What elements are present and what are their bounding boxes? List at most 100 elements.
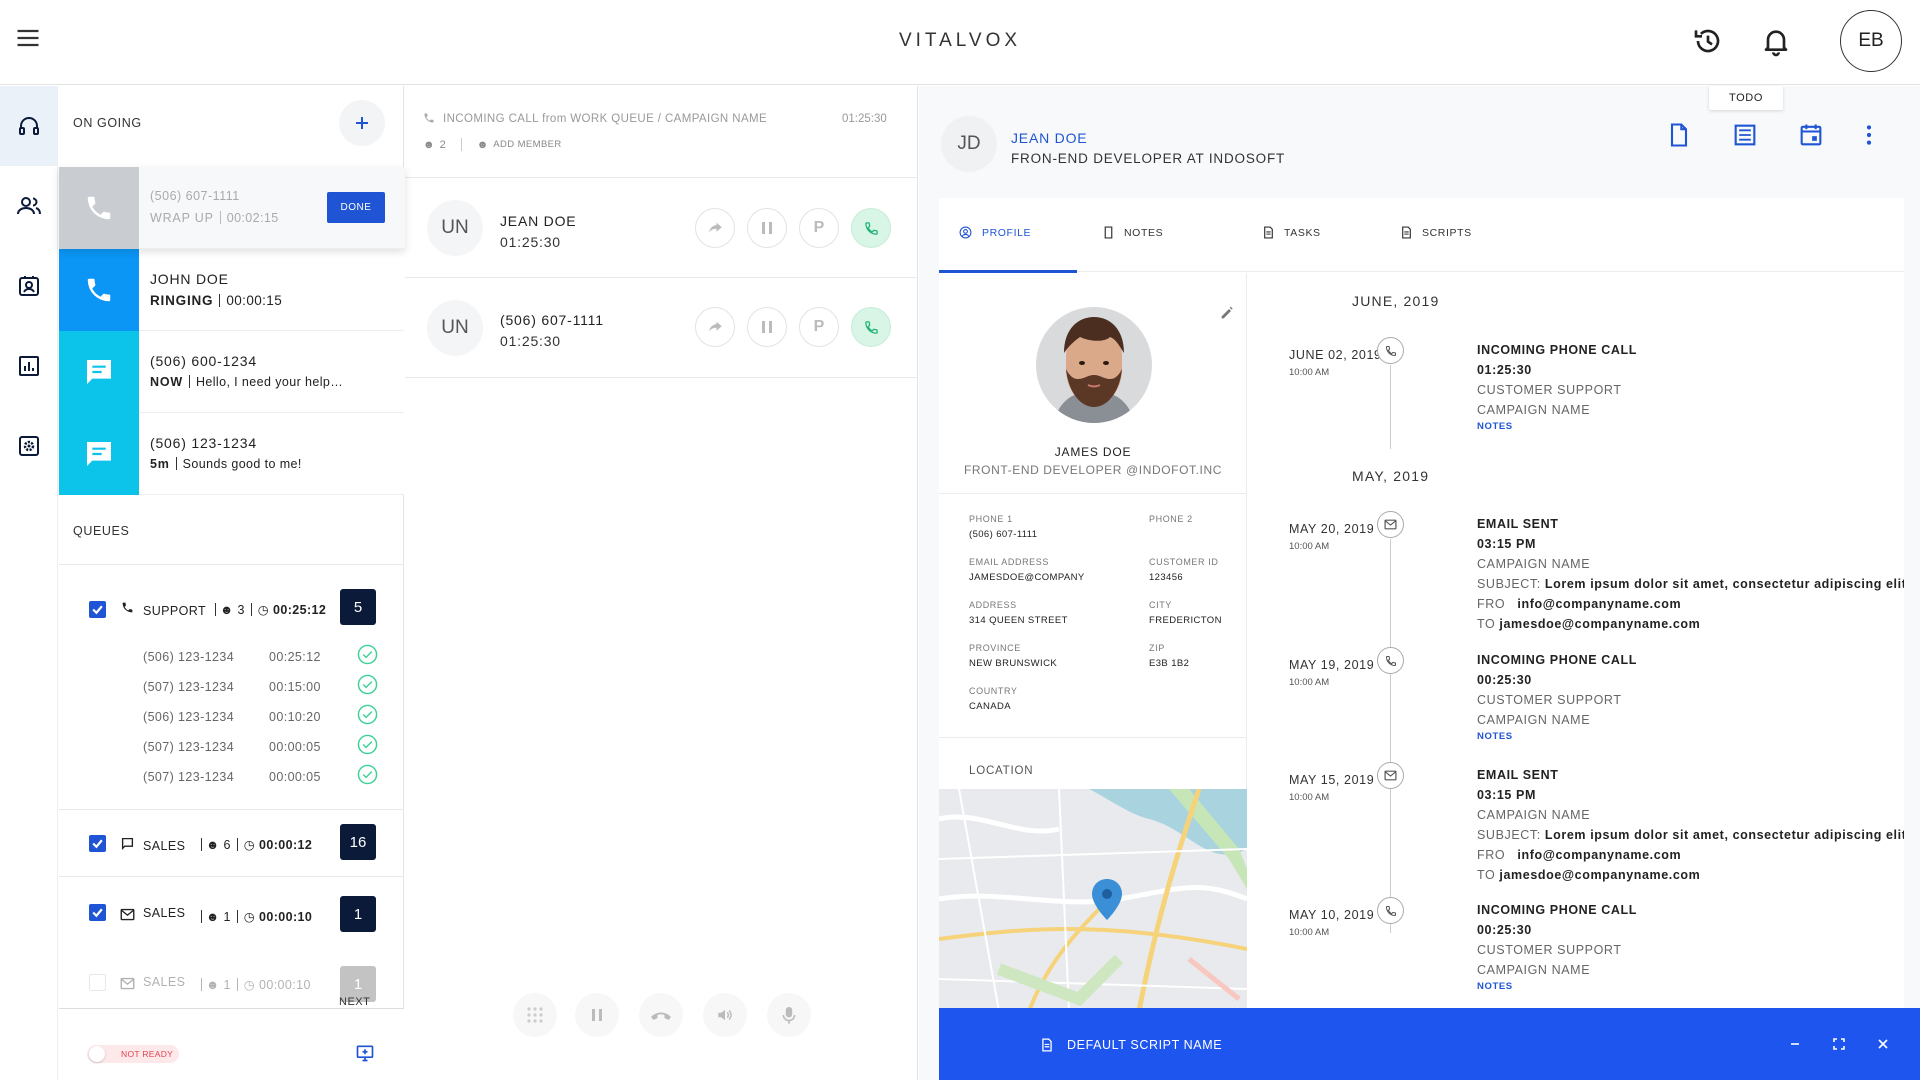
check-circle-icon[interactable]: [357, 764, 378, 785]
profile-section: JAMES DOE FRONT-END DEVELOPER @INDOFOT.I…: [939, 273, 1247, 1080]
ongoing-item-call[interactable]: JOHN DOE RINGING 00:00:15: [59, 249, 404, 331]
screen-share-icon[interactable]: [355, 1043, 375, 1063]
check-circle-icon[interactable]: [357, 644, 378, 665]
forward-button[interactable]: [695, 307, 735, 347]
timeline-event[interactable]: EMAIL SENT 03:15 PM CAMPAIGN NAME SUBJEC…: [1477, 514, 1904, 634]
event-date: MAY 19, 2019: [1289, 658, 1375, 672]
status-label: NOT READY: [121, 1049, 174, 1059]
answer-button[interactable]: [851, 307, 891, 347]
wrapup-status: WRAP UP: [150, 211, 214, 225]
field-value: (506) 607-1111: [969, 529, 1038, 540]
phone-icon: [423, 112, 435, 124]
scripts-icon: [1402, 226, 1411, 239]
hangup-button[interactable]: [639, 993, 683, 1037]
event-title: INCOMING PHONE CALL: [1477, 903, 1638, 917]
park-button[interactable]: P: [799, 208, 839, 248]
contact-name[interactable]: JEAN DOE: [1011, 130, 1087, 146]
script-bar[interactable]: DEFAULT SCRIPT NAME: [939, 1008, 1920, 1080]
dialpad-button[interactable]: [513, 993, 557, 1037]
fullscreen-icon[interactable]: [1829, 1034, 1849, 1054]
hold-button[interactable]: [747, 307, 787, 347]
caller-name: JEAN DOE: [500, 213, 577, 229]
queue-checkbox[interactable]: [89, 974, 106, 991]
todo-tooltip: TODO: [1709, 86, 1783, 110]
speaker-button[interactable]: [703, 993, 747, 1037]
subject-label: SUBJECT:: [1477, 828, 1541, 842]
notes-link[interactable]: NOTES: [1477, 420, 1637, 434]
nav-headset[interactable]: [0, 86, 58, 166]
pause-icon: [762, 222, 772, 234]
timeline-event[interactable]: EMAIL SENT 03:15 PM CAMPAIGN NAME SUBJEC…: [1477, 765, 1904, 885]
check-circle-icon[interactable]: [357, 734, 378, 755]
field-value: 314 QUEEN STREET: [969, 615, 1068, 626]
bell-icon[interactable]: [1760, 25, 1792, 57]
headset-icon: [19, 117, 39, 135]
queue-checkbox[interactable]: [89, 835, 106, 852]
forward-button[interactable]: [695, 208, 735, 248]
add-button[interactable]: [339, 100, 385, 146]
tab-tasks[interactable]: TASKS: [1263, 226, 1321, 239]
timeline-event[interactable]: INCOMING PHONE CALL 00:25:30 CUSTOMER SU…: [1477, 650, 1637, 744]
event-line: CAMPAIGN NAME: [1477, 808, 1591, 822]
queue-wait: 00:25:12: [272, 603, 327, 617]
event-time: 10:00 AM: [1289, 541, 1330, 552]
check-circle-icon[interactable]: [357, 704, 378, 725]
calendar-icon[interactable]: [1797, 121, 1825, 149]
field-label: CITY: [1149, 600, 1172, 610]
script-document-icon: [1042, 1038, 1052, 1052]
user-avatar[interactable]: EB: [1840, 10, 1902, 72]
queue-checkbox[interactable]: [89, 601, 106, 618]
call-status: RINGING: [150, 293, 214, 308]
hold-button[interactable]: [747, 208, 787, 248]
location-map[interactable]: [939, 789, 1247, 1011]
more-vertical-icon[interactable]: [1855, 121, 1883, 149]
ongoing-item-chat[interactable]: (506) 123-1234 5m Sounds good to me!: [59, 413, 404, 495]
queue-row-phone: (506) 123-1234: [143, 650, 235, 664]
tab-notes[interactable]: NOTES: [1103, 226, 1163, 239]
notes-link[interactable]: NOTES: [1477, 980, 1637, 994]
phone-icon: [1377, 337, 1404, 364]
nav-address-book[interactable]: [0, 246, 58, 326]
queue-name: SUPPORT: [143, 604, 206, 618]
add-member-button[interactable]: ADD MEMBER: [493, 139, 561, 150]
next-label[interactable]: NEXT: [339, 996, 370, 1008]
tasks-icon: [1264, 226, 1273, 239]
answer-button[interactable]: [851, 208, 891, 248]
status-toggle[interactable]: NOT READY: [87, 1045, 179, 1063]
close-icon[interactable]: [1873, 1034, 1893, 1054]
nav-analytics[interactable]: [0, 326, 58, 406]
divider: [59, 564, 404, 565]
history-icon[interactable]: [1692, 25, 1724, 57]
group-icon: ☻: [206, 978, 220, 992]
edit-icon[interactable]: [1219, 305, 1235, 321]
minimize-icon[interactable]: [1785, 1034, 1805, 1054]
to-email: jamesdoe@companyname.com: [1499, 868, 1701, 882]
check-circle-icon[interactable]: [357, 674, 378, 695]
tab-scripts[interactable]: SCRIPTS: [1401, 226, 1472, 239]
nav-contacts[interactable]: [0, 166, 58, 246]
queue-name: SALES: [143, 975, 186, 989]
tab-profile[interactable]: PROFILE: [959, 226, 1031, 239]
timeline-event[interactable]: INCOMING PHONE CALL 00:25:30 CUSTOMER SU…: [1477, 900, 1637, 994]
from-email: info@companyname.com: [1517, 597, 1682, 611]
settings-icon: [19, 436, 39, 456]
divider: [59, 876, 404, 877]
document-icon[interactable]: [1665, 121, 1693, 149]
hold-all-button[interactable]: [575, 993, 619, 1037]
park-button[interactable]: P: [799, 307, 839, 347]
timeline-event[interactable]: INCOMING PHONE CALL 01:25:30 CUSTOMER SU…: [1477, 340, 1637, 434]
notes-link[interactable]: NOTES: [1477, 730, 1637, 744]
ongoing-item-chat[interactable]: (506) 600-1234 NOW Hello, I need your hel…: [59, 331, 404, 413]
status-bar: NOT READY: [59, 1008, 404, 1080]
nav-settings[interactable]: [0, 406, 58, 486]
todo-list-icon[interactable]: [1731, 121, 1759, 149]
done-button[interactable]: DONE: [327, 192, 385, 223]
field-label: ADDRESS: [969, 600, 1017, 610]
queue-checkbox[interactable]: [89, 904, 106, 921]
queue-row-phone: (507) 123-1234: [143, 680, 235, 694]
field-label: CUSTOMER ID: [1149, 557, 1219, 567]
phone-icon: [864, 221, 878, 235]
event-time: 10:00 AM: [1289, 367, 1330, 378]
mute-button[interactable]: [767, 993, 811, 1037]
ongoing-item-wrapup[interactable]: (506) 607-1111 WRAP UP 00:02:15 DONE: [59, 167, 405, 249]
